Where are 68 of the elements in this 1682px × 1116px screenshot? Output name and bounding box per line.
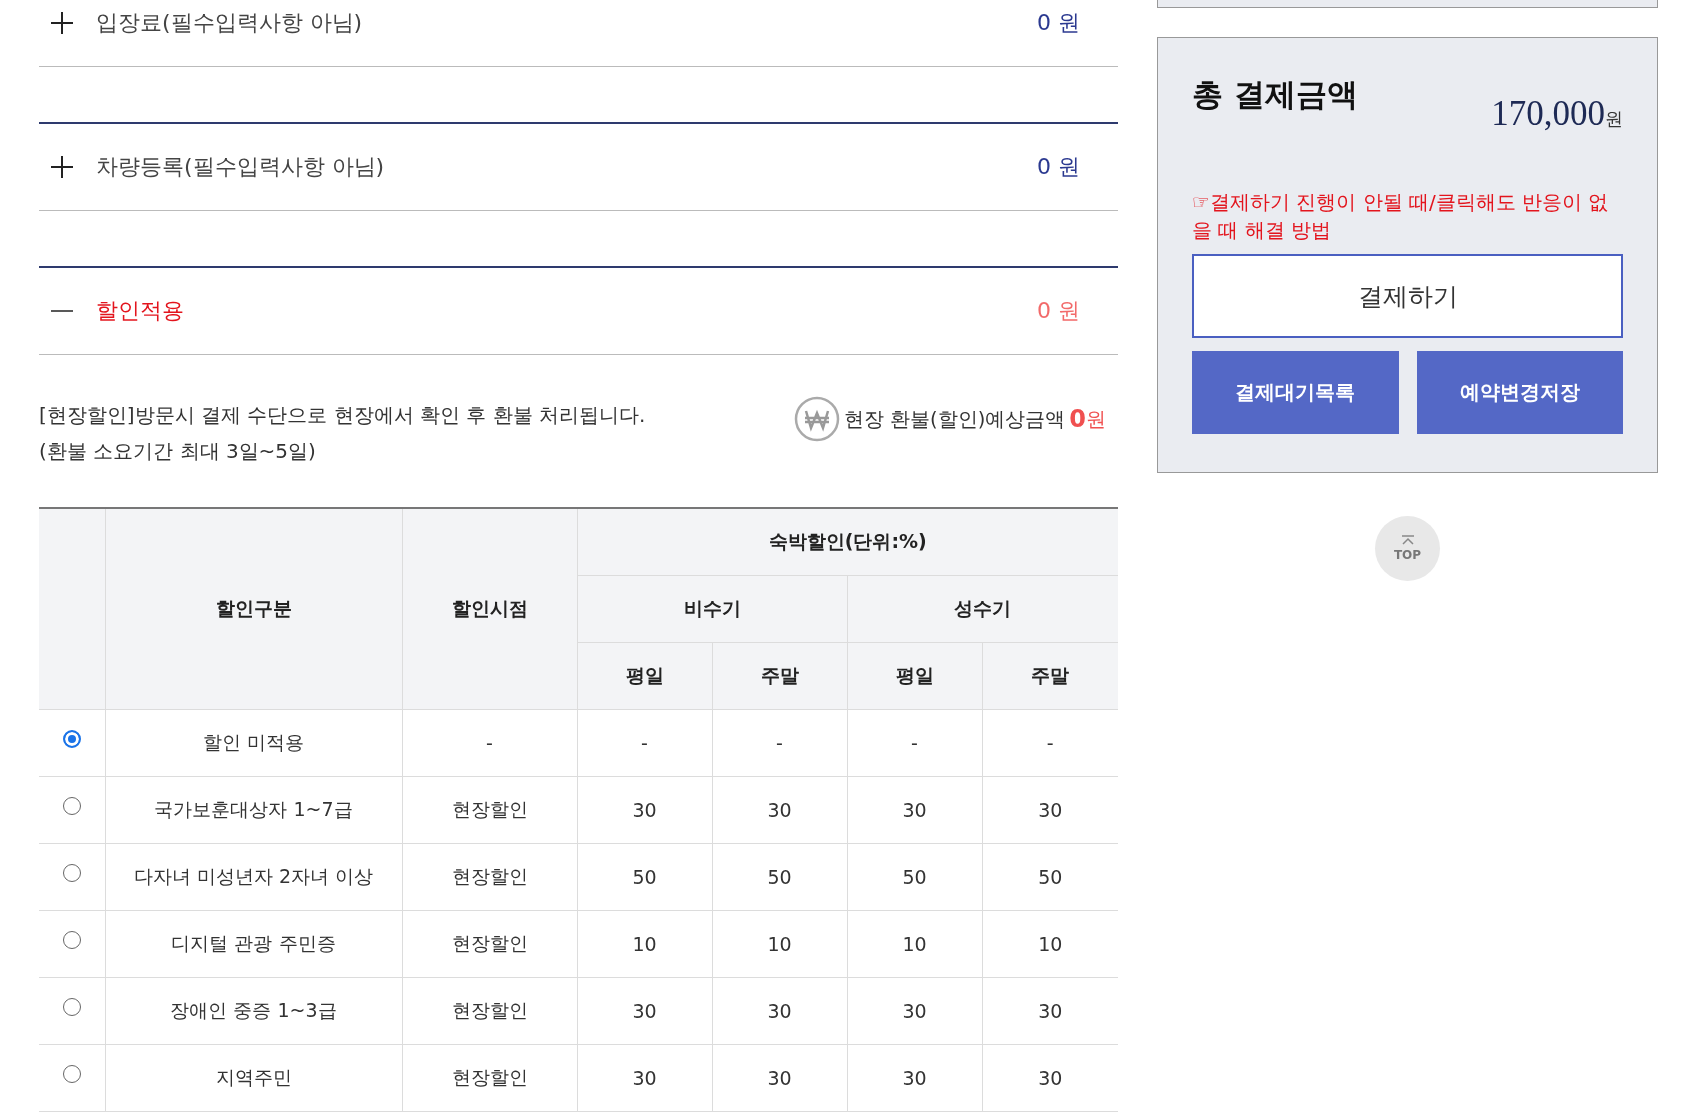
section-amount: 0 원 [1037, 297, 1080, 325]
refund-estimate-unit: 원 [1086, 405, 1106, 433]
radio-button[interactable] [62, 863, 81, 882]
section-amount: 0 원 [1037, 153, 1080, 181]
column-header: 평일 [577, 642, 712, 710]
column-header: 주말 [712, 642, 847, 710]
refund-estimate-label: 현장 환불(할인)예상금액 [843, 406, 1066, 433]
total-amount: 170,000 [1491, 94, 1605, 134]
table-cell: - [402, 709, 577, 777]
refund-estimate-value: 0 [1069, 405, 1086, 433]
table-cell: - [712, 709, 847, 777]
section-label[interactable]: 차량등록(필수입력사항 아님) [96, 152, 1037, 182]
table-cell: 10 [712, 910, 847, 978]
table-cell: 10 [847, 910, 982, 978]
radio-button[interactable] [62, 930, 81, 949]
table-cell: 30 [577, 977, 712, 1045]
table-cell: 30 [577, 776, 712, 844]
scroll-top-button[interactable]: TOP [1375, 516, 1440, 581]
radio-button[interactable] [62, 729, 81, 748]
action-button[interactable]: 결제대기목록 [1192, 351, 1399, 434]
table-cell: - [577, 709, 712, 777]
plus-icon[interactable] [50, 11, 74, 35]
column-header: 할인구분 [105, 508, 402, 710]
column-header: 성수기 [847, 575, 1118, 643]
table-cell: 10 [577, 910, 712, 978]
table-cell: 국가보훈대상자 1~7급 [105, 776, 402, 844]
total-label: 총 결제금액 [1192, 75, 1358, 114]
table-cell: 현장할인 [402, 910, 577, 978]
caret-up-icon [1400, 535, 1415, 545]
table-cell: 50 [577, 843, 712, 911]
section-label[interactable]: 할인적용 [96, 296, 1037, 326]
pay-button[interactable]: 결제하기 [1192, 254, 1623, 338]
table-cell: 50 [847, 843, 982, 911]
table-cell: 현장할인 [402, 843, 577, 911]
table-cell: 30 [847, 1044, 982, 1112]
refund-period: (환불 소요기간 최대 3일~5일) [39, 438, 317, 465]
action-button[interactable]: 예약변경저장 [1416, 351, 1623, 434]
table-cell: 30 [847, 776, 982, 844]
table-cell: 30 [847, 977, 982, 1045]
table-cell: 30 [577, 1044, 712, 1112]
table-cell: 현장할인 [402, 1044, 577, 1112]
table-cell: 할인 미적용 [105, 709, 402, 777]
radio-button[interactable] [62, 796, 81, 815]
table-cell: 30 [712, 977, 847, 1045]
section-label[interactable]: 입장료(필수입력사항 아님) [96, 8, 1037, 38]
table-cell: 현장할인 [402, 776, 577, 844]
radio-button[interactable] [62, 1064, 81, 1083]
help-link[interactable]: ☞결제하기 진행이 안될 때/클릭해도 반응이 없을 때 해결 방법 [1192, 188, 1623, 244]
refund-notice: [현장할인]방문시 결제 수단으로 현장에서 확인 후 환불 처리됩니다. [39, 402, 646, 429]
table-cell: 30 [712, 1044, 847, 1112]
table-cell: 디지털 관광 주민증 [105, 910, 402, 978]
table-cell: - [847, 709, 982, 777]
table-cell: 현장할인 [402, 977, 577, 1045]
table-cell: 30 [712, 776, 847, 844]
radio-button[interactable] [62, 997, 81, 1016]
column-header: 숙박할인(단위:%) [577, 508, 1118, 576]
won-coin-icon [793, 396, 840, 442]
column-header: 비수기 [577, 575, 847, 643]
table-cell: 다자녀 미성년자 2자녀 이상 [105, 843, 402, 911]
column-header: 주말 [982, 642, 1118, 710]
table-cell: 50 [712, 843, 847, 911]
section-amount: 0 원 [1037, 9, 1080, 37]
table-cell: 장애인 중증 1~3급 [105, 977, 402, 1045]
table-cell: 지역주민 [105, 1044, 402, 1112]
column-header: 평일 [847, 642, 982, 710]
currency-unit: 원 [1605, 107, 1623, 131]
plus-icon[interactable] [50, 155, 74, 179]
column-header: 할인시점 [402, 508, 577, 710]
